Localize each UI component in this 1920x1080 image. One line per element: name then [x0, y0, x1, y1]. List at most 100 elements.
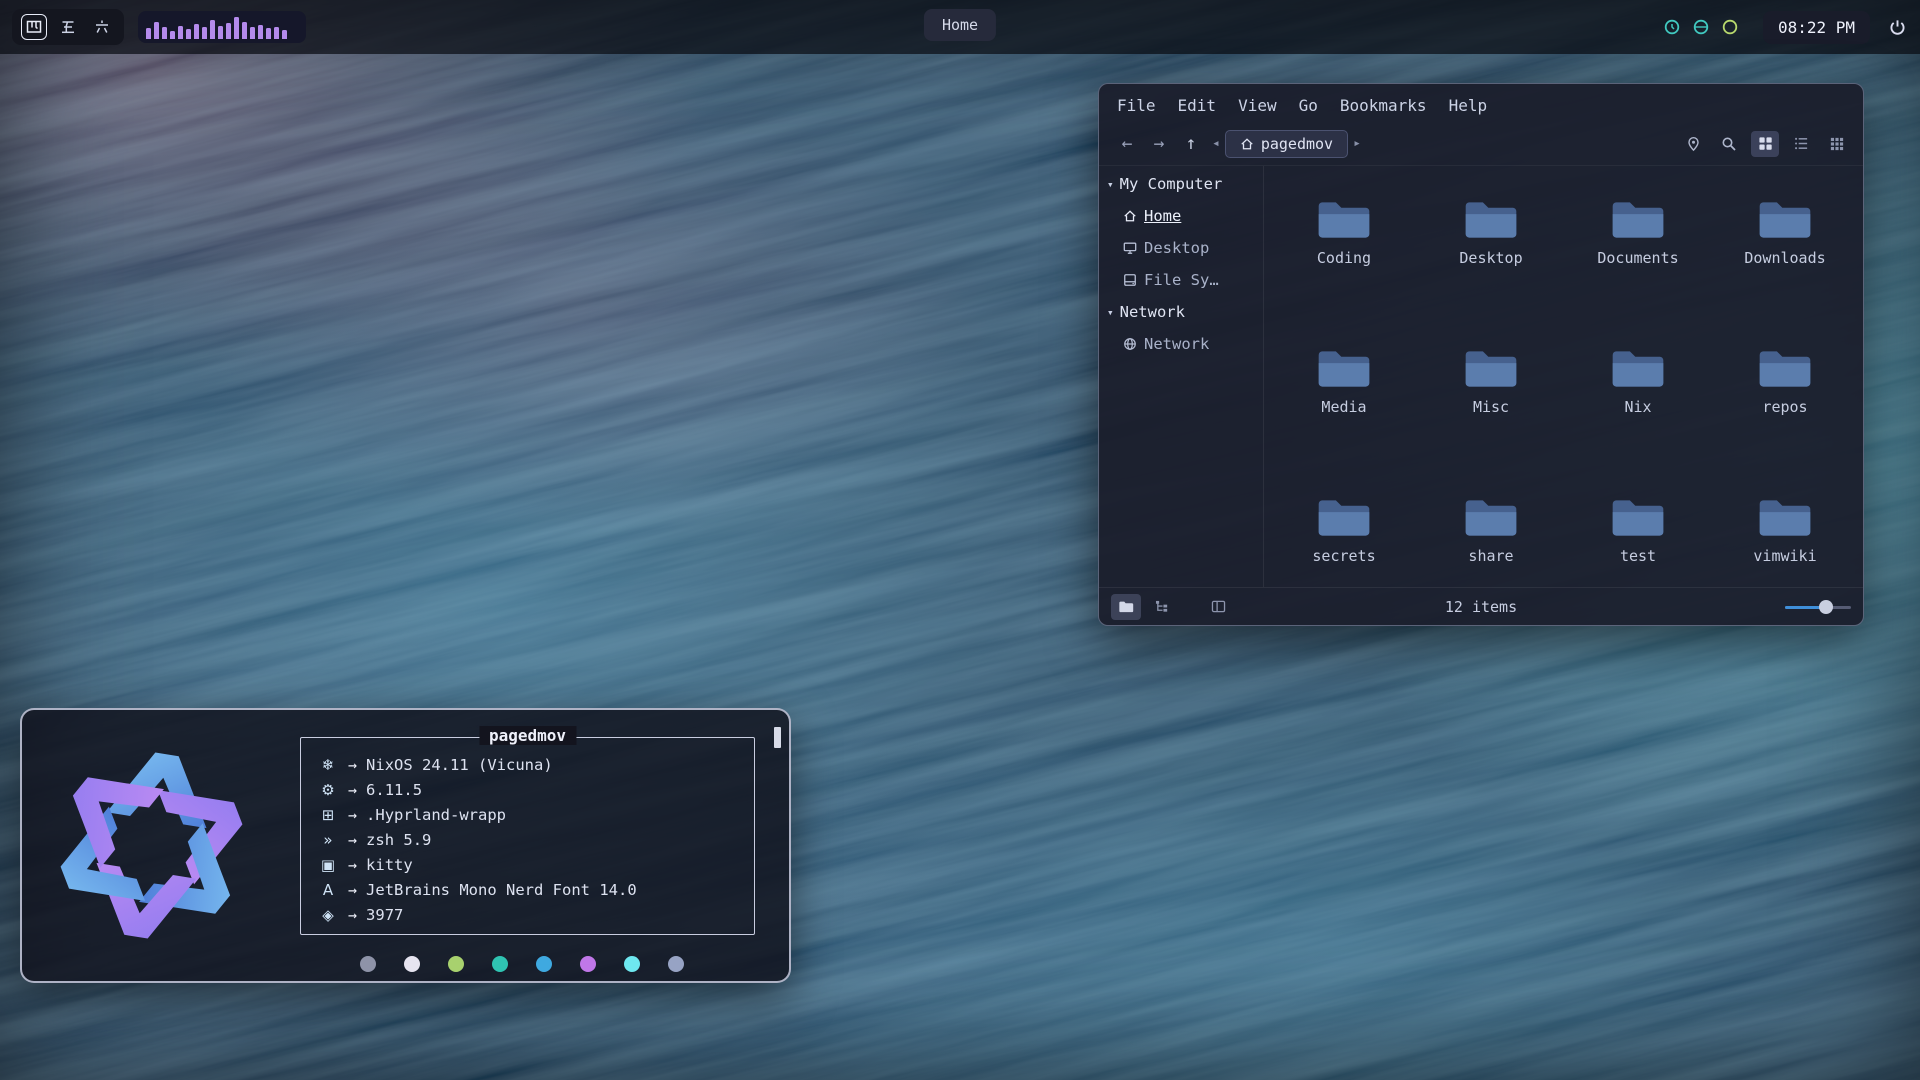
compact-view-button[interactable] [1823, 131, 1851, 157]
palette-dot [668, 956, 684, 972]
folder-icon [1315, 345, 1373, 392]
folder-tile[interactable]: Documents [1574, 196, 1702, 267]
zoom-knob[interactable] [1819, 600, 1833, 614]
folder-tile[interactable]: test [1574, 494, 1702, 565]
fm-body: ▾ My Computer Home Desktop F [1099, 166, 1863, 587]
notification-icon[interactable] [1721, 18, 1739, 36]
sidebar-item-home[interactable]: Home [1099, 200, 1263, 232]
wm-icon: ⊞ [317, 806, 339, 824]
back-button[interactable]: ← [1111, 129, 1143, 159]
workspace-3[interactable] [89, 14, 115, 40]
fetch-info-frame: pagedmov ❄ → NixOS 24.11 (Vicuna) ⚙ → 6.… [300, 737, 755, 935]
menu-go[interactable]: Go [1299, 96, 1318, 115]
folder-name: Media [1321, 398, 1366, 416]
sidebar-item-network[interactable]: Network [1099, 328, 1263, 360]
breadcrumb-left-chevron-icon[interactable]: ◂ [1207, 136, 1225, 151]
workspace-2[interactable] [55, 14, 81, 40]
palette-dot [404, 956, 420, 972]
folder-tile[interactable]: Downloads [1721, 196, 1849, 267]
visualizer-bar [154, 22, 159, 39]
grid-view-icon [1758, 136, 1773, 151]
clock[interactable]: 08:22 PM [1763, 11, 1870, 44]
folder-tile[interactable]: Nix [1574, 345, 1702, 416]
collapse-caret-icon: ▾ [1107, 178, 1114, 191]
sidebar-section-network[interactable]: ▾ Network [1099, 296, 1263, 328]
forward-button[interactable]: → [1143, 129, 1175, 159]
sidebar-item-label: Home [1144, 207, 1181, 225]
home-icon [1123, 209, 1137, 223]
visualizer-bar [226, 23, 231, 39]
fm-menubar: File Edit View Go Bookmarks Help [1099, 84, 1863, 122]
menu-edit[interactable]: Edit [1178, 96, 1217, 115]
visualizer-bar [274, 27, 279, 39]
arrow-icon: → [348, 806, 357, 824]
tree-pane-button[interactable] [1147, 594, 1177, 620]
folder-tile[interactable]: share [1427, 494, 1555, 565]
show-sidebar-button[interactable] [1111, 594, 1141, 620]
zoom-slider[interactable] [1785, 600, 1851, 614]
power-button[interactable] [1884, 14, 1910, 40]
fetch-value: 6.11.5 [366, 781, 422, 799]
breadcrumb[interactable]: pagedmov [1225, 130, 1348, 158]
folder-icon [1315, 196, 1373, 243]
folder-tile[interactable]: secrets [1280, 494, 1408, 565]
breadcrumb-right-chevron-icon[interactable]: ▸ [1348, 136, 1366, 151]
folder-tile[interactable]: Media [1280, 345, 1408, 416]
zoom-fill [1785, 606, 1823, 609]
desktop-icon [1123, 241, 1137, 255]
visualizer-bar [218, 26, 223, 39]
sidebar-item-desktop[interactable]: Desktop [1099, 232, 1263, 264]
location-button[interactable] [1679, 131, 1707, 157]
visualizer-bar [146, 28, 151, 39]
fetch-row: ⊞ → .Hyprland-wrapp [317, 802, 754, 827]
fetch-value: zsh 5.9 [366, 831, 431, 849]
visualizer-bar [250, 27, 255, 39]
menu-help[interactable]: Help [1449, 96, 1488, 115]
file-grid: Coding Desktop Documents Downloads Media [1280, 196, 1849, 565]
sidebar-section-label: My Computer [1120, 175, 1223, 193]
network-status-icon[interactable] [1692, 18, 1710, 36]
cjk-four-glyph [26, 19, 42, 35]
fetch-row: ◈ → 3977 [317, 902, 754, 927]
network-globe-icon [1123, 337, 1137, 351]
toolbar-right [1679, 131, 1851, 157]
list-view-icon [1794, 136, 1809, 151]
top-bar: Home 08:22 PM [0, 0, 1920, 54]
folder-tile[interactable]: vimwiki [1721, 494, 1849, 565]
visualizer-bar [178, 26, 183, 39]
split-pane-button[interactable] [1203, 594, 1233, 620]
nixos-icon: ❄ [317, 756, 339, 774]
visualizer-bar [162, 27, 167, 39]
search-button[interactable] [1715, 131, 1743, 157]
folder-name: Desktop [1459, 249, 1522, 267]
folder-icon [1609, 196, 1667, 243]
menu-file[interactable]: File [1117, 96, 1156, 115]
workspace-1[interactable] [21, 14, 47, 40]
folder-pane-icon [1118, 600, 1134, 614]
sidebar-item-filesystem[interactable]: File Sy… [1099, 264, 1263, 296]
cjk-five-glyph [60, 19, 76, 35]
up-button[interactable]: ↑ [1175, 129, 1207, 159]
folder-icon [1609, 494, 1667, 541]
folder-tile[interactable]: Misc [1427, 345, 1555, 416]
folder-name: Downloads [1744, 249, 1825, 267]
recorder-icon[interactable] [1663, 18, 1681, 36]
items-count: 12 items [1445, 598, 1517, 616]
menu-view[interactable]: View [1238, 96, 1277, 115]
palette-dot [536, 956, 552, 972]
kernel-icon: ⚙ [317, 781, 339, 799]
filesystem-icon [1123, 273, 1137, 287]
sidebar-section-my-computer[interactable]: ▾ My Computer [1099, 168, 1263, 200]
tree-view-icon [1155, 600, 1170, 614]
fm-statusbar: 12 items [1099, 587, 1863, 625]
list-view-button[interactable] [1787, 131, 1815, 157]
visualizer-bar [282, 30, 287, 39]
system-tray [1663, 18, 1739, 36]
folder-tile[interactable]: Coding [1280, 196, 1408, 267]
folder-tile[interactable]: Desktop [1427, 196, 1555, 267]
menu-bookmarks[interactable]: Bookmarks [1340, 96, 1427, 115]
focused-window-title[interactable]: Home [924, 9, 996, 41]
icon-view-button[interactable] [1751, 131, 1779, 157]
sidebar-item-label: Network [1144, 335, 1209, 353]
folder-tile[interactable]: repos [1721, 345, 1849, 416]
